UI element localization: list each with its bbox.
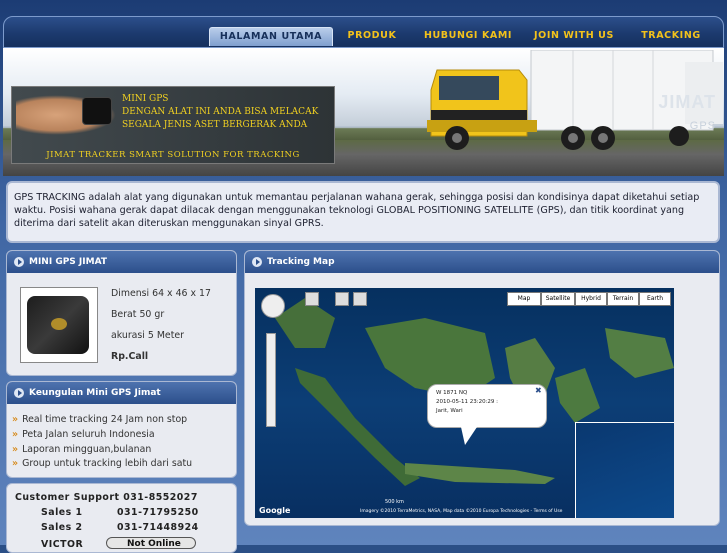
sales-2-phone[interactable]: 031-71448924	[117, 522, 199, 533]
info-pointer-icon	[461, 427, 477, 445]
features-panel: Keungulan Mini GPS Jimat » Real time trac…	[6, 381, 237, 478]
promo-line-1: DENGAN ALAT INI ANDA BISA MELACAK	[122, 107, 319, 117]
gps-device-image	[82, 97, 112, 125]
spec-weight: Berat 50 gr	[111, 309, 165, 320]
product-price: Rp.Call	[111, 351, 149, 362]
feature-item: » Peta Jalan seluruh Indonesia	[12, 429, 155, 440]
tracking-panel-header: Tracking Map	[245, 251, 719, 273]
bullet-arrow-icon	[252, 257, 262, 267]
info-vehicle-id: W 1871 NQ	[436, 390, 468, 396]
nav-products[interactable]: PRODUK	[342, 27, 402, 45]
promo-box: MINI GPS DENGAN ALAT INI ANDA BISA MELAC…	[11, 86, 335, 164]
feature-item: » Group untuk tracking lebih dari satu	[12, 458, 193, 469]
features-title: Keungulan Mini GPS Jimat	[29, 388, 161, 398]
double-chevron-icon: »	[12, 429, 19, 440]
features-panel-header: Keungulan Mini GPS Jimat	[7, 382, 236, 404]
top-navigation: HALAMAN UTAMA PRODUK HUBUNGI KAMI JOIN W…	[3, 16, 724, 48]
nav-join[interactable]: JOIN WITH US	[532, 27, 616, 45]
feature-item: » Laporan mingguan,bulanan	[12, 444, 152, 455]
promo-tagline: JIMAT TRACKER SMART SOLUTION FOR TRACKIN…	[46, 150, 300, 160]
intro-paragraph: GPS TRACKING adalah alat yang digunakan …	[14, 192, 700, 229]
bullet-arrow-icon	[14, 388, 24, 398]
double-chevron-icon: »	[12, 444, 19, 455]
map-ruler-icon[interactable]	[335, 292, 349, 306]
promo-line-2: SEGALA JENIS ASET BERGERAK ANDA	[122, 120, 308, 130]
product-photo[interactable]	[20, 287, 98, 363]
spec-dimension: Dimensi 64 x 46 x 17	[111, 288, 211, 299]
sales-1-phone[interactable]: 031-71795250	[117, 507, 199, 518]
vehicle-info-window[interactable]: W 1871 NQ 2010-05-11 23:20:29 : Jarit, W…	[427, 384, 547, 428]
map-attribution: Imagery ©2010 TerraMetrics, NASA, Map da…	[360, 509, 563, 514]
nav-tracking[interactable]: TRACKING	[634, 27, 708, 45]
nav-contact[interactable]: HUBUNGI KAMI	[422, 27, 514, 45]
tracking-panel: Tracking Map Map Satellite Hybrid Terrai…	[244, 250, 720, 526]
sales-1-label: Sales 1	[41, 507, 83, 518]
overview-minimap[interactable]	[575, 422, 674, 518]
brand-logo-sub: GPS	[689, 120, 716, 132]
info-timestamp: 2010-05-11 23:20:29 :	[436, 399, 499, 405]
header-banner: MINI GPS DENGAN ALAT INI ANDA BISA MELAC…	[3, 48, 724, 176]
double-chevron-icon: »	[12, 414, 19, 425]
tracking-title: Tracking Map	[267, 257, 335, 267]
map-type-satellite[interactable]: Satellite	[541, 292, 575, 306]
double-chevron-icon: »	[12, 458, 19, 469]
info-location: Jarit, Wari	[436, 408, 463, 414]
support-panel: Customer Support 031-8552027 Sales 1 031…	[6, 483, 237, 553]
product-panel-header: MINI GPS JIMAT	[7, 251, 236, 273]
map-type-terrain[interactable]: Terrain	[607, 292, 639, 306]
spec-accuracy: akurasi 5 Meter	[111, 330, 184, 341]
tracking-map[interactable]: Map Satellite Hybrid Terrain Earth W 187…	[255, 288, 674, 518]
map-google-logo: Google	[259, 506, 291, 515]
product-title: MINI GPS JIMAT	[29, 257, 107, 267]
map-type-map[interactable]: Map	[507, 292, 541, 306]
nav-home[interactable]: HALAMAN UTAMA	[209, 27, 333, 46]
messenger-status-button[interactable]: Not Online	[106, 537, 196, 549]
map-zoom-in-icon[interactable]	[305, 292, 319, 306]
brand-logo: JIMAT	[658, 92, 716, 112]
sales-2-label: Sales 2	[41, 522, 83, 533]
map-close-icon[interactable]: ✖	[535, 386, 542, 395]
feature-item: » Real time tracking 24 Jam non stop	[12, 414, 188, 425]
map-zoom-slider[interactable]	[266, 333, 276, 427]
map-pan-control[interactable]	[261, 294, 285, 318]
bullet-arrow-icon	[14, 257, 24, 267]
map-scale-label: 500 km	[385, 499, 404, 505]
product-panel: MINI GPS JIMAT Dimensi 64 x 46 x 17 Bera…	[6, 250, 237, 376]
map-type-earth[interactable]: Earth	[639, 292, 671, 306]
support-title: Customer Support 031-8552027	[15, 492, 198, 503]
gps-device-icon	[27, 296, 89, 354]
map-type-hybrid[interactable]: Hybrid	[575, 292, 607, 306]
map-print-icon[interactable]	[353, 292, 367, 306]
intro-text-box: GPS TRACKING adalah alat yang digunakan …	[6, 181, 720, 243]
promo-title: MINI GPS	[122, 94, 169, 104]
status-text: Not Online	[127, 539, 181, 549]
